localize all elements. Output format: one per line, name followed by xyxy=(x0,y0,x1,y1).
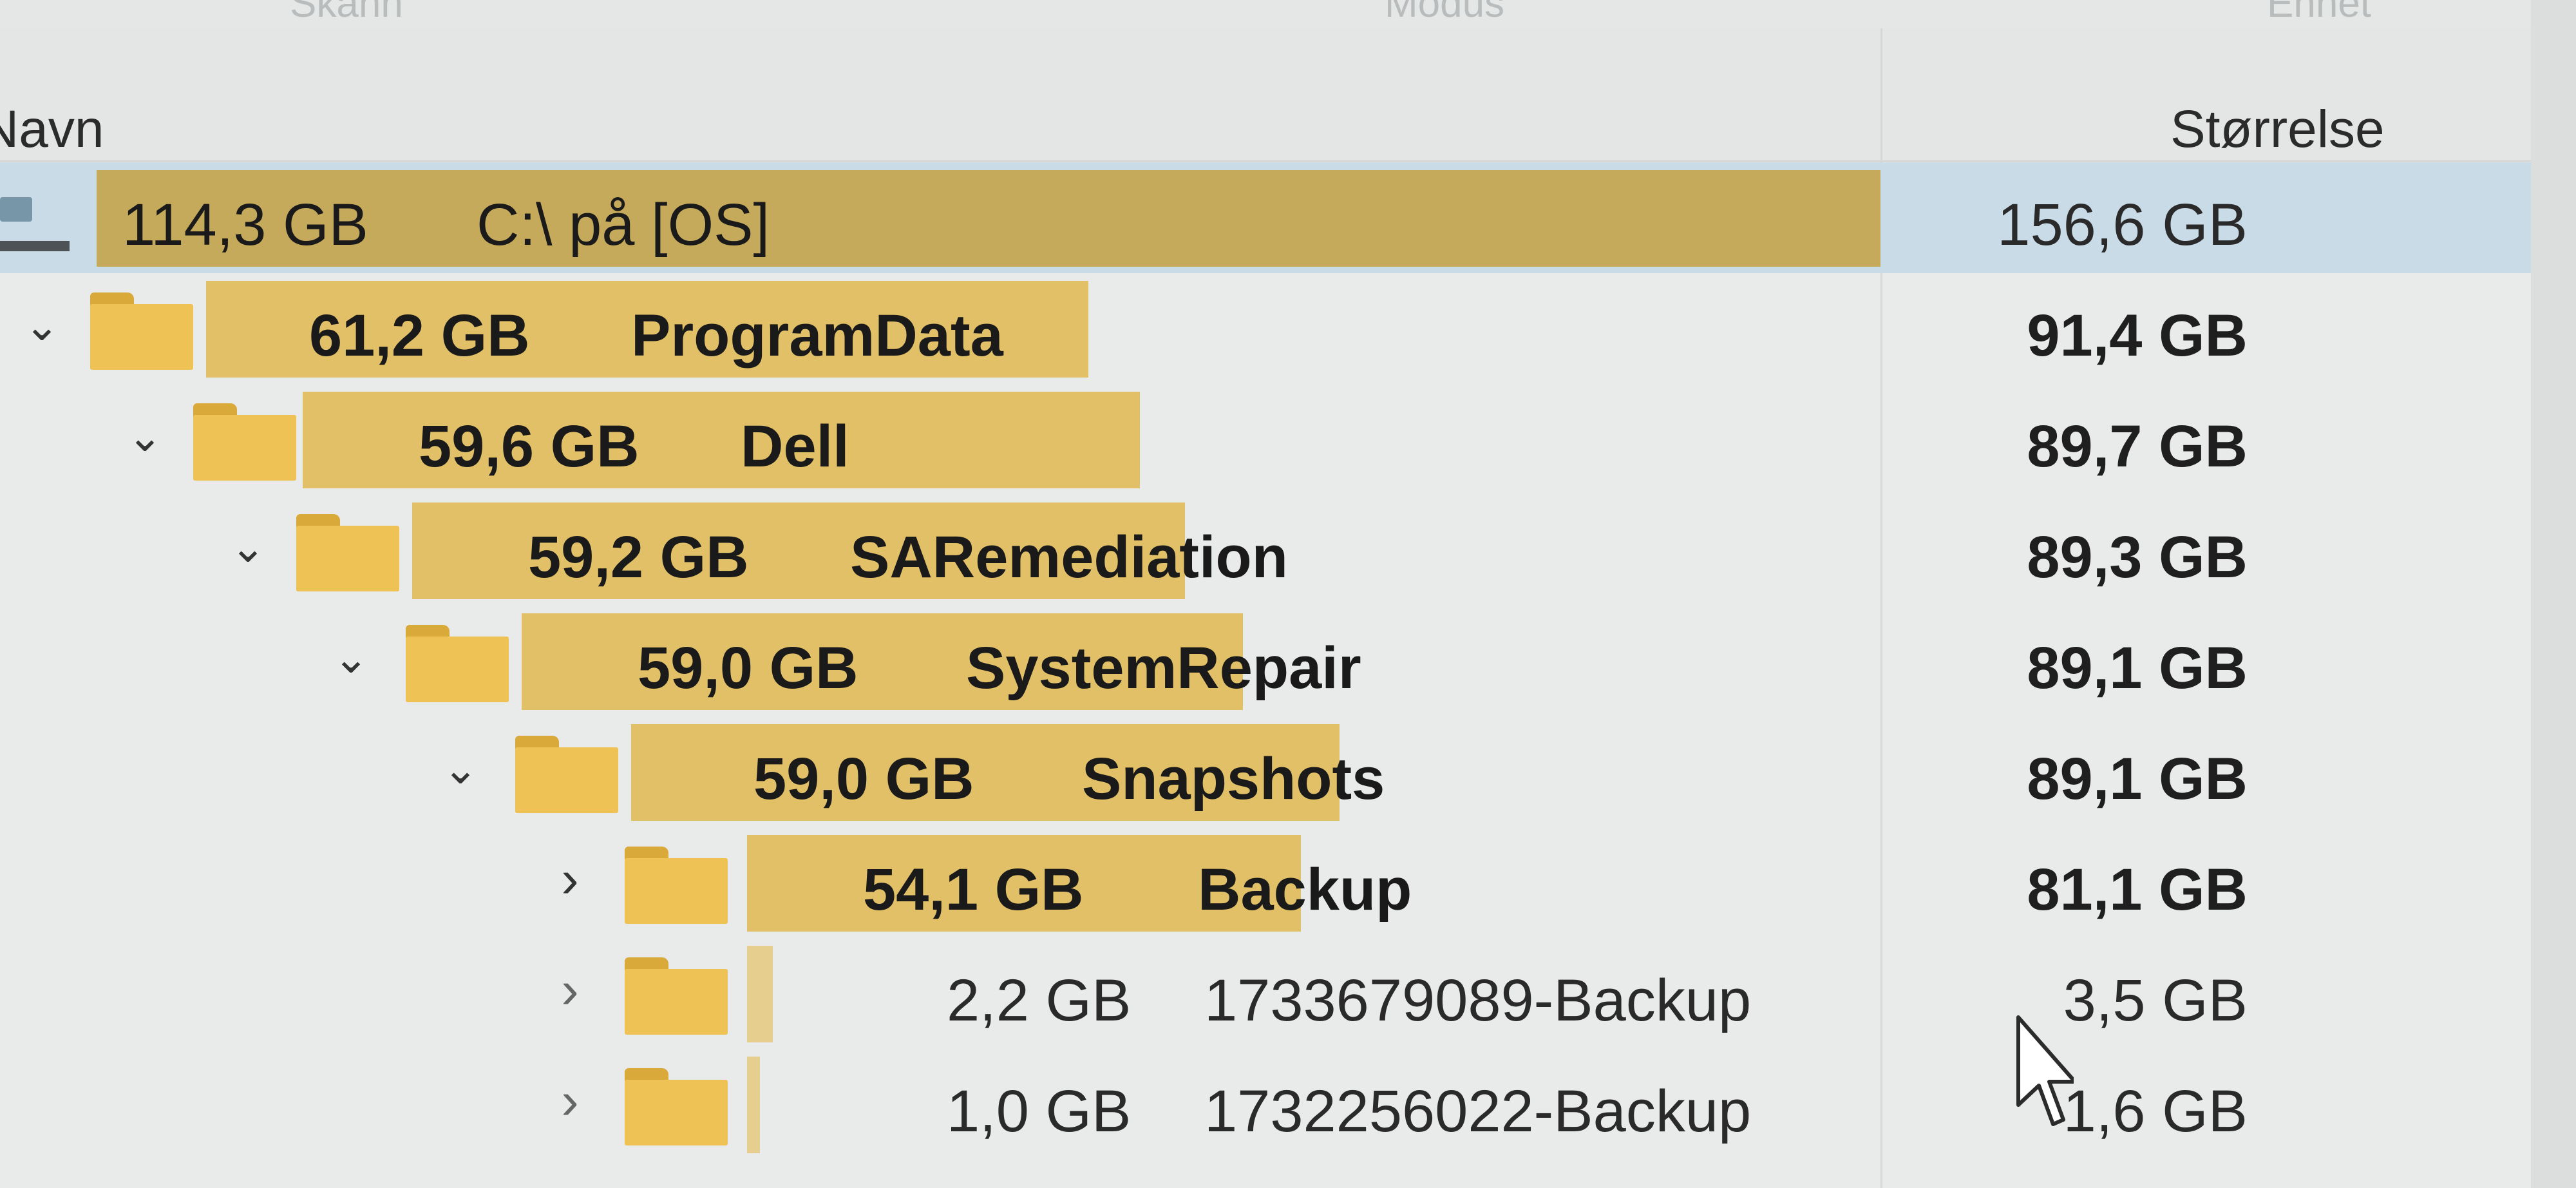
item-size: 91,4 GB xyxy=(2027,303,2248,369)
item-size: 81,1 GB xyxy=(2027,857,2248,923)
item-size: 89,1 GB xyxy=(2027,635,2248,701)
chevron-right-icon[interactable]: › xyxy=(547,961,592,1019)
folder-icon xyxy=(625,957,728,1035)
tree-row-drive[interactable]: 114,3 GB C:\ på [OS] 156,6 GB xyxy=(0,162,2531,273)
mode-button-label[interactable]: Modus xyxy=(1385,0,1504,26)
column-header-name[interactable]: Navn xyxy=(0,99,104,160)
folder-icon xyxy=(625,1068,728,1145)
chevron-right-icon[interactable]: › xyxy=(547,850,592,908)
allocated-size: 59,0 GB xyxy=(638,635,858,701)
tree-row-programdata[interactable]: ⌄ 61,2 GB ProgramData 91,4 GB xyxy=(0,273,2531,384)
item-name: Backup xyxy=(1198,857,1412,923)
chevron-down-icon[interactable]: ⌄ xyxy=(19,296,64,354)
allocated-size: 61,2 GB xyxy=(309,303,530,369)
item-size: 89,1 GB xyxy=(2027,746,2248,812)
item-name: C:\ på [OS] xyxy=(477,192,770,258)
tree-row-backup-1733679089[interactable]: › 2,2 GB 1733679089-Backup 3,5 GB xyxy=(0,938,2531,1049)
folder-icon xyxy=(193,403,296,481)
device-button-label[interactable]: Enhet xyxy=(2267,0,2371,26)
item-size: 156,6 GB xyxy=(1997,192,2248,258)
column-header-size[interactable]: Størrelse xyxy=(2170,99,2385,160)
chevron-down-icon[interactable]: ⌄ xyxy=(328,629,374,687)
toolbar: Skann Modus Enhet xyxy=(0,0,2576,29)
allocated-size: 59,2 GB xyxy=(528,524,749,590)
scan-button-label[interactable]: Skann xyxy=(290,0,403,26)
chevron-down-icon[interactable]: ⌄ xyxy=(438,740,483,798)
chevron-down-icon[interactable]: ⌄ xyxy=(225,518,270,576)
tree-row-systemrepair[interactable]: ⌄ 59,0 GB SystemRepair 89,1 GB xyxy=(0,606,2531,716)
folder-icon xyxy=(515,736,618,813)
folder-icon xyxy=(90,292,193,370)
allocation-bar xyxy=(747,946,773,1042)
item-size: 1,6 GB xyxy=(2063,1078,2248,1144)
item-name: 1732256022-Backup xyxy=(1204,1078,1752,1144)
item-name: SARemediation xyxy=(850,524,1288,590)
folder-icon xyxy=(625,847,728,924)
item-name: ProgramData xyxy=(631,303,1003,369)
folder-icon xyxy=(406,625,509,702)
allocated-size: 54,1 GB xyxy=(863,857,1084,923)
tree-row-snapshots[interactable]: ⌄ 59,0 GB Snapshots 89,1 GB xyxy=(0,716,2531,827)
item-name: Dell xyxy=(741,414,849,479)
mouse-cursor-icon xyxy=(2016,1015,2074,1126)
drive-icon xyxy=(0,184,71,254)
item-name: Snapshots xyxy=(1082,746,1385,812)
tree-row-dell[interactable]: ⌄ 59,6 GB Dell 89,7 GB xyxy=(0,384,2531,495)
tree-row-saremediation[interactable]: ⌄ 59,2 GB SARemediation 89,3 GB xyxy=(0,495,2531,606)
chevron-down-icon[interactable]: ⌄ xyxy=(122,407,167,465)
item-name: 1733679089-Backup xyxy=(1204,968,1752,1033)
allocated-size: 2,2 GB xyxy=(947,968,1132,1033)
scrollbar-track[interactable] xyxy=(2531,0,2576,1188)
chevron-right-icon[interactable]: › xyxy=(547,1072,592,1130)
column-header: Navn Størrelse xyxy=(0,28,2576,162)
allocated-size: 114,3 GB xyxy=(122,192,368,258)
tree-row-backup-1732256022[interactable]: › 1,0 GB 1732256022-Backup 1,6 GB xyxy=(0,1049,2531,1188)
tree-row-backup[interactable]: › 54,1 GB Backup 81,1 GB xyxy=(0,827,2531,938)
item-name: SystemRepair xyxy=(966,635,1361,701)
folder-icon xyxy=(296,514,399,591)
allocated-size: 59,6 GB xyxy=(419,414,639,479)
allocated-size: 1,0 GB xyxy=(947,1078,1132,1144)
item-size: 89,7 GB xyxy=(2027,414,2248,479)
allocation-bar xyxy=(747,1057,760,1153)
item-size: 89,3 GB xyxy=(2027,524,2248,590)
item-size: 3,5 GB xyxy=(2063,968,2248,1033)
allocated-size: 59,0 GB xyxy=(753,746,974,812)
